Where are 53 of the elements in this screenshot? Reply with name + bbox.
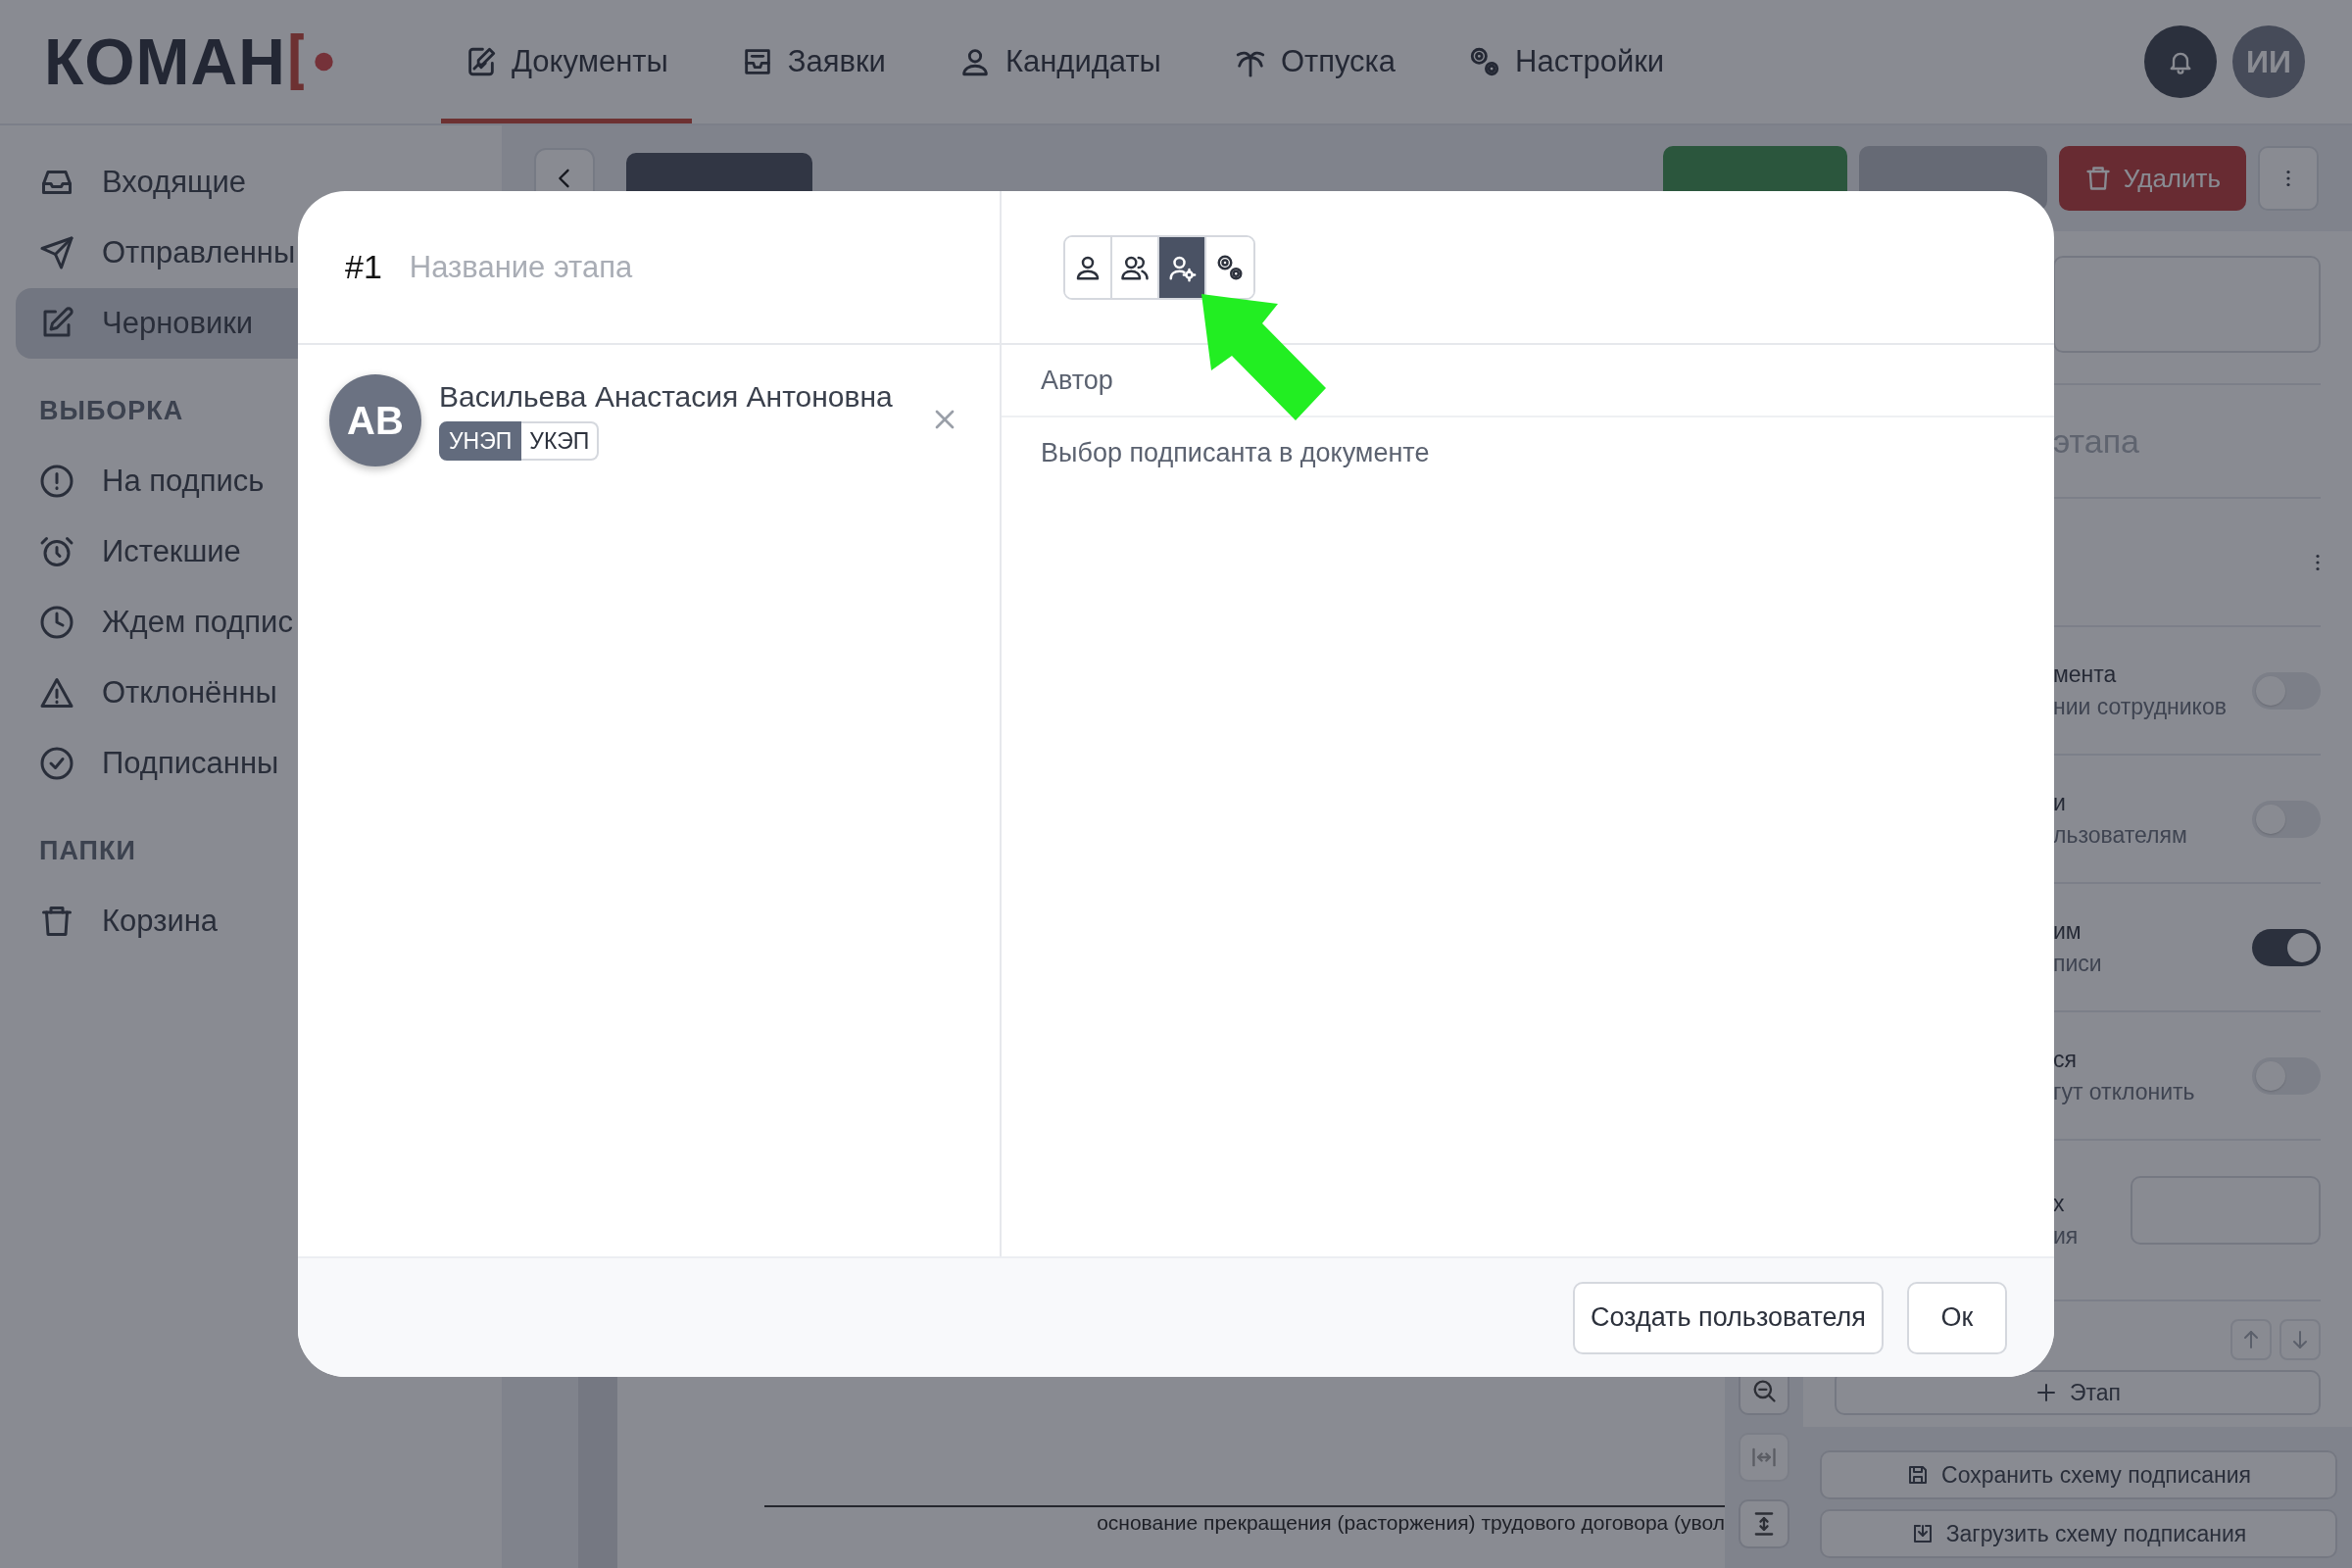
setting-label: мента xyxy=(2053,661,2118,688)
nav-tab[interactable]: Кандидаты xyxy=(934,0,1185,123)
setting-label: им xyxy=(2053,917,2082,945)
alert-circle-icon xyxy=(39,464,74,499)
toggle-switch[interactable] xyxy=(2252,928,2321,966)
setting-label: гут отклонить xyxy=(2053,1078,2196,1105)
setting-label: ия xyxy=(2053,1223,2080,1250)
add-stage-button[interactable]: Этап xyxy=(1835,1370,2321,1415)
alarm-icon xyxy=(39,534,74,569)
nav-tab[interactable]: Заявки xyxy=(716,0,909,123)
setting-label: льзователям xyxy=(2053,821,2188,849)
toggle-switch[interactable] xyxy=(2252,671,2321,710)
signer-name: Васильева Анастасия Антоновна xyxy=(439,380,894,414)
setting-label: писи xyxy=(2053,950,2103,977)
setting-label: ся xyxy=(2053,1046,2078,1073)
clock-icon xyxy=(39,605,74,640)
setting-label: нии сотрудников xyxy=(2053,693,2228,720)
sidebar-item[interactable]: Входящие xyxy=(16,147,486,218)
sidebar-item[interactable]: Отклонённы xyxy=(16,658,486,728)
sidebar-item[interactable]: Ждем подпис xyxy=(16,587,486,658)
send-icon xyxy=(39,235,74,270)
mode-button[interactable] xyxy=(1065,236,1112,298)
setting-label: х xyxy=(2053,1191,2066,1217)
setting-label: и xyxy=(2053,789,2067,816)
trash-icon xyxy=(2083,165,2112,192)
trash-icon xyxy=(39,904,74,939)
nav-tab[interactable]: Настройки xyxy=(1445,0,1689,123)
toggle-switch[interactable] xyxy=(2252,1056,2321,1095)
fit-height-button[interactable] xyxy=(1739,1499,1789,1548)
user-avatar[interactable]: ИИ xyxy=(2232,25,2305,98)
mode-button[interactable] xyxy=(1159,236,1206,298)
stage-number: #1 xyxy=(345,248,382,286)
check-circle-icon xyxy=(39,746,74,781)
sidebar-section-heading: ВЫБОРКА xyxy=(38,395,184,427)
dialog-button[interactable]: Ок xyxy=(1907,1281,2007,1354)
delete-button[interactable]: Удалить xyxy=(2058,146,2246,211)
signer-avatar: АВ xyxy=(329,374,421,466)
schema-button[interactable]: Сохранить схему подписания xyxy=(1820,1450,2337,1499)
signer-option[interactable]: Выбор подписанта в документе xyxy=(1002,417,2054,488)
schema-button[interactable]: Загрузить схему подписания xyxy=(1820,1509,2337,1558)
sidebar-item[interactable]: Истекшие xyxy=(16,516,486,587)
nav-tab[interactable]: Отпуска xyxy=(1209,0,1420,123)
warning-icon xyxy=(39,675,74,710)
sidebar-section-heading: ПАПКИ xyxy=(38,835,136,867)
signature-type-option[interactable]: УНЭП xyxy=(439,421,522,461)
toggle-switch[interactable] xyxy=(2252,800,2321,838)
document-text: основание прекращения (расторжения) трудового договора (увол xyxy=(1097,1511,1725,1535)
sidebar-item[interactable]: Корзина xyxy=(16,886,486,956)
signature-type-option[interactable]: УКЭП xyxy=(521,421,600,461)
dialog-button[interactable]: Создать пользователя xyxy=(1572,1281,1884,1354)
logo-mark-icon xyxy=(289,33,335,90)
logo-text: КОМАН xyxy=(44,24,286,99)
sidebar-item[interactable]: Подписанны xyxy=(16,728,486,799)
